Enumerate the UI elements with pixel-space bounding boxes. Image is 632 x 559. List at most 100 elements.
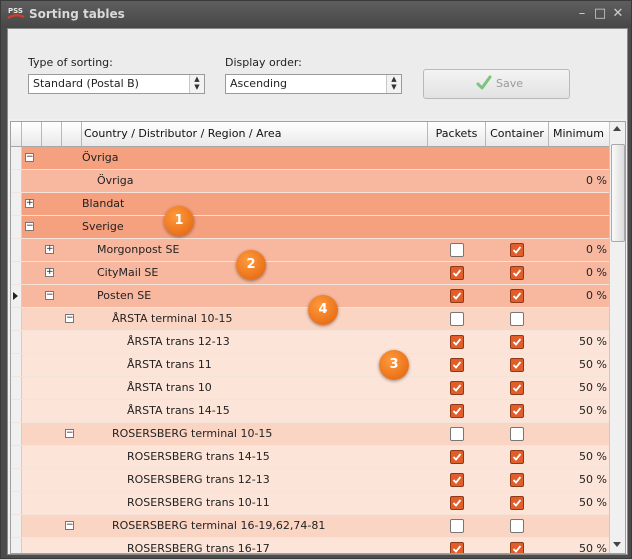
vertical-scrollbar[interactable] (609, 122, 625, 553)
save-button[interactable]: Save (423, 69, 570, 99)
container-checkbox[interactable] (510, 243, 524, 257)
row-label: ÅRSTA terminal 10-15 (112, 312, 233, 325)
type-of-sorting-select[interactable]: Standard (Postal B) ▲ ▼ (28, 74, 205, 94)
row-indicator[interactable] (11, 446, 22, 468)
container-checkbox[interactable] (510, 473, 524, 487)
table-row[interactable]: ÅRSTA trans 14-15 50 % (11, 400, 609, 423)
packets-checkbox[interactable] (450, 266, 464, 280)
row-indicator[interactable] (11, 147, 22, 169)
column-header-name[interactable]: Country / Distributor / Region / Area (82, 122, 428, 146)
display-order-select[interactable]: Ascending ▲ ▼ (225, 74, 402, 94)
packets-checkbox[interactable] (450, 243, 464, 257)
column-header-minimum[interactable]: Minimum (549, 122, 608, 146)
scroll-down-icon[interactable] (613, 542, 621, 547)
packets-checkbox[interactable] (450, 335, 464, 349)
table-row[interactable]: − ROSERSBERG terminal 10-15 (11, 423, 609, 446)
row-indicator[interactable] (11, 469, 22, 491)
expand-icon[interactable]: + (45, 268, 54, 277)
minimize-icon[interactable]: – (575, 7, 589, 21)
packets-checkbox[interactable] (450, 542, 464, 553)
sorting-tree-grid[interactable]: Country / Distributor / Region / Area Pa… (10, 121, 626, 554)
container-checkbox[interactable] (510, 312, 524, 326)
collapse-icon[interactable]: − (25, 222, 34, 231)
container-checkbox[interactable] (510, 427, 524, 441)
container-checkbox[interactable] (510, 519, 524, 533)
packets-checkbox[interactable] (450, 496, 464, 510)
row-indicator[interactable] (11, 216, 22, 238)
packets-checkbox[interactable] (450, 519, 464, 533)
display-order-value: Ascending (230, 77, 288, 90)
scrollbar-thumb[interactable] (611, 144, 625, 242)
container-checkbox[interactable] (510, 266, 524, 280)
row-label: ÅRSTA trans 11 (127, 358, 212, 371)
table-row[interactable]: ROSERSBERG trans 12-13 50 % (11, 469, 609, 492)
container-checkbox[interactable] (510, 450, 524, 464)
container-checkbox[interactable] (510, 542, 524, 553)
container-checkbox[interactable] (510, 496, 524, 510)
expand-icon[interactable]: + (45, 245, 54, 254)
collapse-icon[interactable]: − (65, 429, 74, 438)
collapse-icon[interactable]: − (45, 291, 54, 300)
row-indicator[interactable] (11, 239, 22, 261)
type-of-sorting-value: Standard (Postal B) (33, 77, 139, 90)
display-order-label: Display order: (225, 56, 302, 69)
table-row[interactable]: ROSERSBERG trans 14-15 50 % (11, 446, 609, 469)
grid-rows: − Övriga Övriga 0 % + Blandat − Sverige + Morgonp… (11, 147, 609, 553)
container-checkbox[interactable] (510, 335, 524, 349)
table-row[interactable]: − Övriga (11, 147, 609, 170)
row-indicator[interactable] (11, 538, 22, 553)
row-indicator[interactable] (11, 170, 22, 192)
table-row[interactable]: ROSERSBERG trans 16-17 50 % (11, 538, 609, 553)
packets-checkbox[interactable] (450, 427, 464, 441)
table-row[interactable]: + CityMail SE 0 % (11, 262, 609, 285)
row-indicator[interactable] (11, 193, 22, 215)
container-checkbox[interactable] (510, 404, 524, 418)
table-row[interactable]: − ROSERSBERG terminal 16-19,62,74-81 (11, 515, 609, 538)
packets-checkbox[interactable] (450, 381, 464, 395)
table-row[interactable]: + Morgonpost SE 0 % (11, 239, 609, 262)
table-row[interactable]: ÅRSTA trans 10 50 % (11, 377, 609, 400)
row-indicator[interactable] (11, 377, 22, 399)
row-label: ROSERSBERG terminal 16-19,62,74-81 (112, 519, 326, 532)
sorting-tables-window: PSS Sorting tables – □ ✕ Type of sorting… (0, 0, 632, 559)
table-row[interactable]: Övriga 0 % (11, 170, 609, 193)
minimum-value: 50 % (579, 335, 607, 348)
row-indicator[interactable] (11, 285, 22, 307)
table-row[interactable]: ÅRSTA trans 12-13 50 % (11, 331, 609, 354)
collapse-icon[interactable]: − (25, 153, 34, 162)
packets-checkbox[interactable] (450, 404, 464, 418)
container-checkbox[interactable] (510, 358, 524, 372)
column-header-container[interactable]: Container (486, 122, 549, 146)
table-row[interactable]: + Blandat (11, 193, 609, 216)
row-indicator[interactable] (11, 308, 22, 330)
spin-arrows-icon[interactable]: ▲ ▼ (189, 75, 204, 93)
row-indicator[interactable] (11, 492, 22, 514)
container-checkbox[interactable] (510, 381, 524, 395)
column-header-packets[interactable]: Packets (428, 122, 486, 146)
packets-checkbox[interactable] (450, 312, 464, 326)
packets-checkbox[interactable] (450, 289, 464, 303)
table-row[interactable]: ÅRSTA trans 11 50 % (11, 354, 609, 377)
expand-icon[interactable]: + (25, 199, 34, 208)
packets-checkbox[interactable] (450, 473, 464, 487)
scroll-up-icon[interactable] (613, 126, 621, 131)
collapse-icon[interactable]: − (65, 314, 74, 323)
spin-arrows-icon[interactable]: ▲ ▼ (386, 75, 401, 93)
packets-checkbox[interactable] (450, 358, 464, 372)
row-label: ROSERSBERG trans 14-15 (127, 450, 270, 463)
table-row[interactable]: − Sverige (11, 216, 609, 239)
container-checkbox[interactable] (510, 289, 524, 303)
row-indicator[interactable] (11, 331, 22, 353)
table-row[interactable]: ROSERSBERG trans 10-11 50 % (11, 492, 609, 515)
row-indicator[interactable] (11, 515, 22, 537)
row-indicator[interactable] (11, 262, 22, 284)
row-indicator[interactable] (11, 400, 22, 422)
close-icon[interactable]: ✕ (611, 7, 625, 21)
current-row-arrow-icon (13, 292, 18, 300)
maximize-icon[interactable]: □ (593, 7, 607, 21)
packets-checkbox[interactable] (450, 450, 464, 464)
row-indicator[interactable] (11, 354, 22, 376)
callout-marker-1: 1 (164, 206, 194, 236)
collapse-icon[interactable]: − (65, 521, 74, 530)
row-indicator[interactable] (11, 423, 22, 445)
